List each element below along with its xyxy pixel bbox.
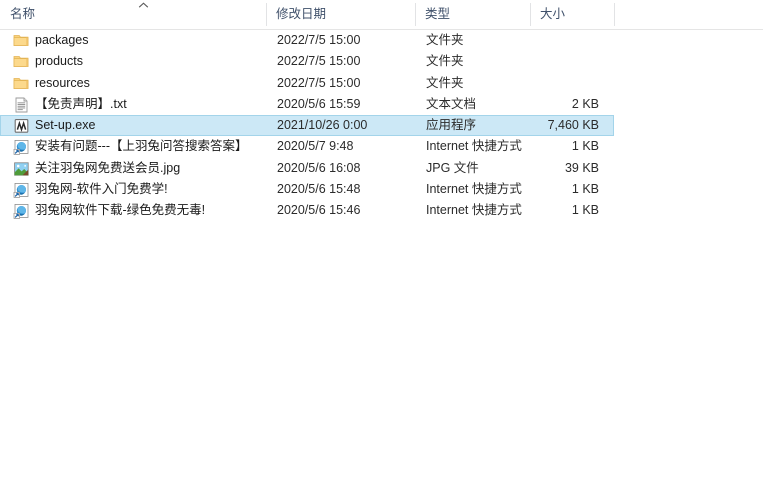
file-type-cell: 文件夹 [426,54,464,69]
file-type-cell: 文件夹 [426,75,464,90]
file-name-label: packages [35,33,89,47]
internet-shortcut-icon [13,139,30,156]
file-date-cell: 2020/5/6 15:46 [277,203,361,218]
jpg-image-icon [13,161,30,177]
column-header-name[interactable]: 名称 [0,0,266,29]
column-divider-size-end[interactable] [614,3,615,26]
file-name-label: resources [35,75,90,90]
file-name-cell[interactable]: 羽兔网软件下载-绿色免费无毒! [13,201,263,220]
file-date-cell: 2022/7/5 15:00 [277,33,361,47]
file-date-cell: 2022/7/5 15:00 [277,75,361,90]
folder-icon [13,76,30,92]
folder-icon [13,54,30,70]
column-divider-date-type[interactable] [415,3,416,26]
file-name-cell[interactable]: Set-up.exe [13,116,263,135]
file-name-label: products [35,54,83,69]
file-date-cell: 2021/10/26 0:00 [277,118,368,133]
file-type-cell: Internet 快捷方式 [426,182,522,197]
ascending-sort-arrow-icon [138,2,149,10]
file-name-label: 安装有问题---【上羽兔问答搜索答案】 [35,139,248,154]
file-row[interactable]: 关注羽兔网免费送会员.jpg 2020/5/6 16:08 JPG 文件 39 KB [0,158,763,179]
file-name-label: 【免责声明】.txt [35,96,127,111]
file-date-cell: 2020/5/6 15:48 [277,182,361,197]
file-name-cell[interactable]: 安装有问题---【上羽兔问答搜索答案】 [13,137,263,156]
folder-icon [13,33,30,49]
file-date-cell: 2020/5/7 9:48 [277,139,354,154]
file-size-cell: 39 KB [564,160,599,175]
column-header-date-label: 修改日期 [276,7,327,21]
file-type-cell: Internet 快捷方式 [426,139,522,154]
file-name-cell[interactable]: 【免责声明】.txt [13,95,263,114]
column-divider-name-date[interactable] [266,3,267,26]
file-type-cell: 文件夹 [426,33,464,47]
file-size-cell [529,74,609,93]
file-name-label: 羽兔网-软件入门免费学! [35,182,168,197]
file-row[interactable]: 【免责声明】.txt 2020/5/6 15:59 文本文档 2 KB [0,94,763,115]
column-header-type-label: 类型 [425,7,451,21]
column-header-name-label: 名称 [10,7,36,21]
file-size-cell [529,31,609,50]
file-row[interactable]: 安装有问题---【上羽兔问答搜索答案】 2020/5/7 9:48 Internet… [0,136,763,157]
file-size-cell: 1 KB [571,182,599,197]
file-size-cell [529,52,609,71]
file-name-cell[interactable]: resources [13,74,263,93]
column-header-row: 名称 修改日期 类型 大小 [0,0,763,30]
file-name-cell[interactable]: 关注羽兔网免费送会员.jpg [13,159,263,178]
file-name-label: 羽兔网软件下载-绿色免费无毒! [35,203,206,218]
column-header-date-modified[interactable]: 修改日期 [266,0,415,29]
file-list: packages 2022/7/5 15:00 文件夹 products 2022/7/… [0,30,763,222]
file-type-cell: JPG 文件 [426,160,479,175]
file-size-cell: 1 KB [571,139,599,154]
file-row[interactable]: 羽兔网软件下载-绿色免费无毒! 2020/5/6 15:46 Internet 快捷… [0,200,763,221]
column-header-size-label: 大小 [540,7,566,21]
application-icon [13,118,30,134]
internet-shortcut-icon [13,182,30,198]
column-header-size[interactable]: 大小 [530,0,614,29]
file-size-cell: 1 KB [571,203,599,218]
file-size-cell: 7,460 KB [547,118,599,133]
file-name-cell[interactable]: 羽兔网-软件入门免费学! [13,180,263,199]
file-row[interactable]: resources 2022/7/5 15:00 文件夹 [0,73,763,94]
column-divider-type-size[interactable] [530,3,531,26]
file-date-cell: 2022/7/5 15:00 [277,54,361,69]
file-explorer-list-view: 名称 修改日期 类型 大小 packages 2022/7/5 15:00 文件夹 p… [0,0,763,501]
file-date-cell: 2020/5/6 16:08 [277,160,361,175]
file-row[interactable]: Set-up.exe 2021/10/26 0:00 应用程序 7,460 KB [0,115,614,137]
internet-shortcut-icon [13,203,30,220]
file-size-cell: 2 KB [571,96,599,111]
file-name-cell[interactable]: packages [13,31,263,50]
text-document-icon [13,97,30,113]
file-row[interactable]: 羽兔网-软件入门免费学! 2020/5/6 15:48 Internet 快捷方式 1… [0,179,763,200]
file-date-cell: 2020/5/6 15:59 [277,96,361,111]
file-name-label: 关注羽兔网免费送会员.jpg [35,160,181,175]
file-name-cell[interactable]: products [13,52,263,71]
file-type-cell: 应用程序 [426,118,477,133]
file-row[interactable]: packages 2022/7/5 15:00 文件夹 [0,30,763,51]
file-name-label: Set-up.exe [35,118,96,133]
column-header-type[interactable]: 类型 [415,0,530,29]
file-type-cell: Internet 快捷方式 [426,203,522,218]
file-row[interactable]: products 2022/7/5 15:00 文件夹 [0,51,763,72]
file-type-cell: 文本文档 [426,96,477,111]
